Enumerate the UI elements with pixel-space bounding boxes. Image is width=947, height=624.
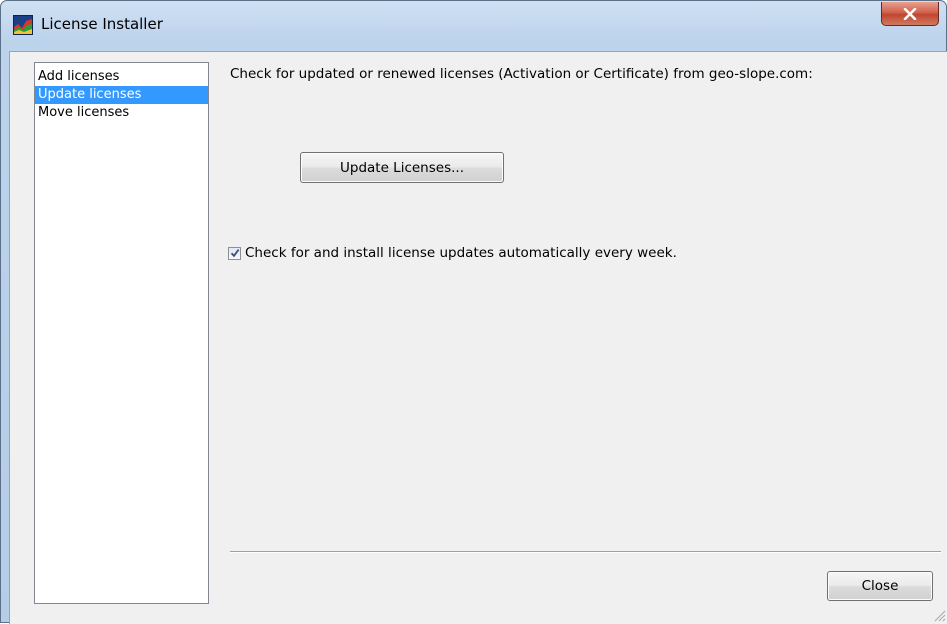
window-close-button[interactable]	[881, 2, 939, 26]
auto-update-checkbox[interactable]	[228, 246, 241, 260]
update-instructions: Check for updated or renewed licenses (A…	[230, 66, 813, 82]
dialog-client-area: Add licenses Update licenses Move licens…	[9, 51, 947, 624]
nav-item-update-licenses[interactable]: Update licenses	[35, 86, 208, 104]
auto-update-label: Check for and install license updates au…	[245, 245, 677, 261]
title-bar[interactable]: License Installer	[1, 1, 946, 51]
resize-grip-icon[interactable]	[932, 608, 946, 622]
window-title: License Installer	[41, 15, 163, 33]
nav-item-add-licenses[interactable]: Add licenses	[35, 68, 208, 86]
checkmark-icon	[230, 249, 239, 258]
license-action-list[interactable]: Add licenses Update licenses Move licens…	[34, 62, 209, 604]
footer-divider	[230, 551, 941, 553]
nav-item-move-licenses[interactable]: Move licenses	[35, 104, 208, 122]
app-chart-icon	[13, 15, 33, 35]
license-installer-window: License Installer Add licenses Update li…	[0, 0, 947, 624]
update-licenses-button[interactable]: Update Licenses...	[300, 152, 504, 183]
close-icon	[903, 7, 917, 20]
close-button[interactable]: Close	[827, 571, 933, 601]
auto-update-option[interactable]: Check for and install license updates au…	[228, 245, 677, 261]
